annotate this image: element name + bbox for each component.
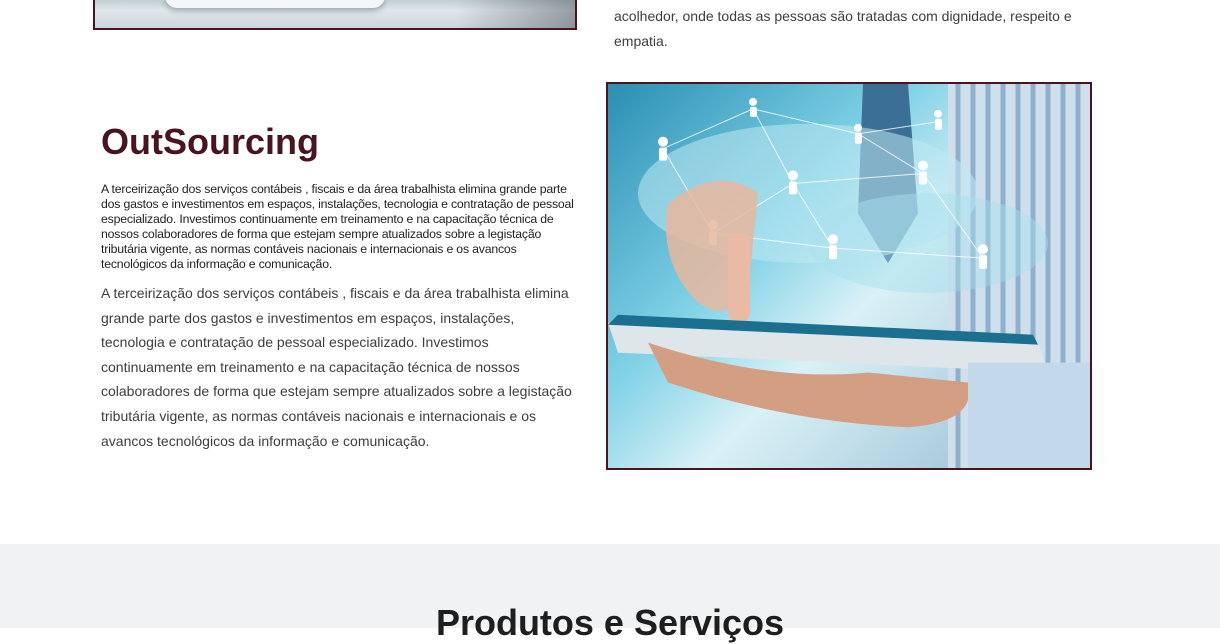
top-image bbox=[93, 0, 577, 30]
image-shade bbox=[455, 0, 575, 28]
outsourcing-heading: OutSourcing bbox=[101, 121, 319, 162]
laptop-shape bbox=[165, 0, 385, 8]
network-tablet-illustration bbox=[608, 84, 1090, 468]
outsourcing-summary: A terceirização dos serviços contábeis ,… bbox=[101, 182, 574, 271]
intro-text-tail: acolhedor, onde todas as pessoas são tra… bbox=[614, 8, 1072, 49]
outsourcing-image bbox=[606, 82, 1092, 470]
outsourcing-description: A terceirização dos serviços contábeis ,… bbox=[101, 285, 572, 449]
products-section-title: Produtos e Serviços bbox=[435, 602, 785, 643]
